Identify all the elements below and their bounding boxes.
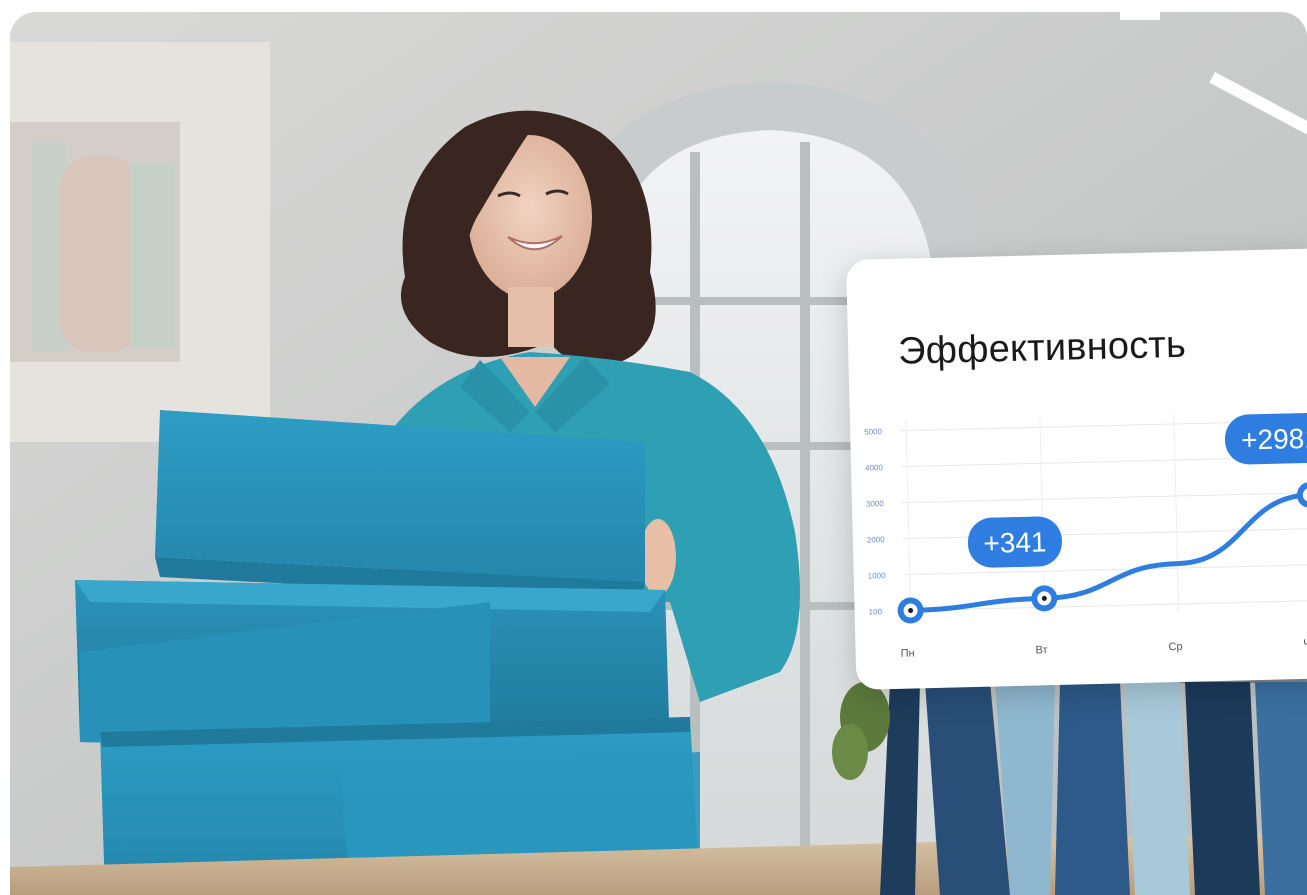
x-tick-label: Ср [1168, 641, 1182, 653]
gridline-vertical [1173, 414, 1180, 612]
y-tick-label: 100 [868, 607, 882, 616]
gridline-vertical [905, 420, 912, 619]
y-tick-label: 2000 [867, 535, 886, 544]
y-tick-label: 1000 [868, 571, 887, 580]
series-line [908, 466, 1307, 614]
x-tick-label: Пн [900, 647, 914, 659]
annotation-label: +2981 [1241, 423, 1307, 456]
y-tick-label: 3000 [866, 499, 885, 508]
hero-image: Эффективность 5000 4000 3000 2000 1000 100 +34… [10, 12, 1307, 895]
y-tick-label: 4000 [865, 463, 884, 472]
annotation-label: +341 [983, 526, 1047, 559]
y-tick-label: 5000 [864, 427, 883, 436]
gridline [903, 563, 1307, 576]
x-tick-label: Вт [1035, 644, 1047, 656]
performance-chart: 5000 4000 3000 2000 1000 100 +341 +2981 Пн Вт Ср Чт… [864, 412, 1307, 660]
x-tick-label: Чт [1303, 638, 1307, 650]
gridline [901, 491, 1307, 504]
performance-card: Эффективность 5000 4000 3000 2000 1000 100 +34… [846, 248, 1307, 690]
